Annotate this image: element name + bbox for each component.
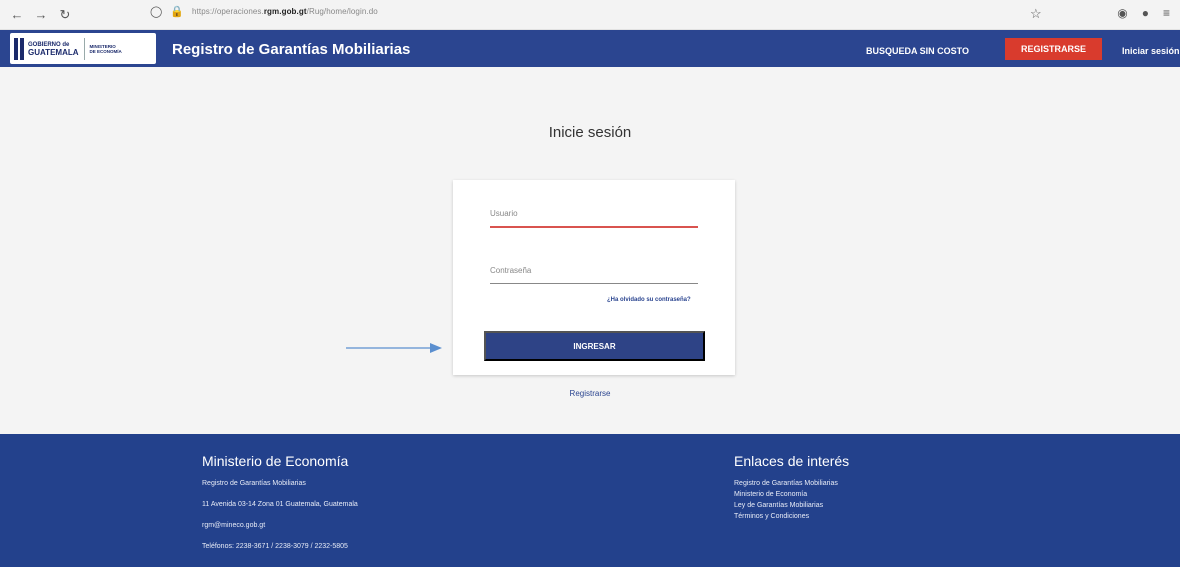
reload-icon[interactable]: ↻ [58,7,72,23]
footer-email[interactable]: rgm@mineco.gob.gt [202,522,265,529]
account-icon[interactable]: ● [1142,6,1149,20]
site-footer: Ministerio de Economía Registro de Garan… [0,434,1180,567]
login-title: Inicie sesión [548,124,632,141]
submit-button[interactable]: INGRESAR [484,331,705,361]
footer-info-line: 11 Avenida 03-14 Zona 01 Guatemala, Guat… [202,501,358,508]
address-bar[interactable]: ◯ 🔒 https://operaciones.rgm.gob.gt/Rug/h… [150,5,378,18]
site-title: Registro de Garantías Mobiliarias [172,41,411,58]
browser-toolbar: ← → ↻ ◯ 🔒 https://operaciones.rgm.gob.gt… [0,0,1180,30]
footer-link[interactable]: Ley de Garantías Mobiliarias [734,502,823,509]
footer-phones: Teléfonos: 2238-3671 / 2238-3079 / 2232-… [202,543,348,550]
flag-icon [14,37,24,60]
pocket-icon[interactable]: ◉ [1117,6,1127,20]
login-card: Usuario Contraseña ¿Ha olvidado su contr… [453,180,735,375]
password-input[interactable] [490,283,698,284]
footer-links-heading: Enlaces de interés [734,453,850,469]
username-input[interactable] [490,226,698,228]
nav-free-search-link[interactable]: BUSQUEDA SIN COSTO [866,46,969,56]
menu-icon[interactable]: ≡ [1163,6,1170,20]
pointer-arrow-icon [346,343,442,353]
footer-ministry-heading: Ministerio de Economía [202,453,349,469]
nav-register-button[interactable]: REGISTRARSE [1005,38,1102,60]
footer-link[interactable]: Ministerio de Economía [734,491,807,498]
password-label: Contraseña [490,266,532,275]
register-link[interactable]: Registrarse [0,389,1180,398]
shield-icon: ◯ [150,6,163,18]
forgot-password-link[interactable]: ¿Ha olvidado su contraseña? [607,297,691,303]
footer-link[interactable]: Términos y Condiciones [734,513,809,520]
site-header: GOBIERNO de GUATEMALA MINISTERIO DE ECON… [0,30,1180,67]
lock-icon: 🔒 [170,6,185,18]
logo-ministry-line2: DE ECONOMÍA [89,48,122,54]
back-icon[interactable]: ← [10,7,24,22]
url-text[interactable]: https://operaciones.rgm.gob.gt/Rug/home/… [192,7,378,16]
logo-gov-line2: GUATEMALA [28,47,79,57]
footer-info-line: Registro de Garantías Mobiliarias [202,480,306,487]
bookmark-star-icon[interactable]: ☆ [1030,6,1042,22]
footer-link[interactable]: Registro de Garantías Mobiliarias [734,480,838,487]
username-label: Usuario [490,209,518,218]
forward-icon[interactable]: → [34,7,48,22]
nav-login-link[interactable]: Iniciar sesión [1122,46,1180,56]
logo-divider [83,37,85,60]
government-logo[interactable]: GOBIERNO de GUATEMALA MINISTERIO DE ECON… [10,33,156,64]
